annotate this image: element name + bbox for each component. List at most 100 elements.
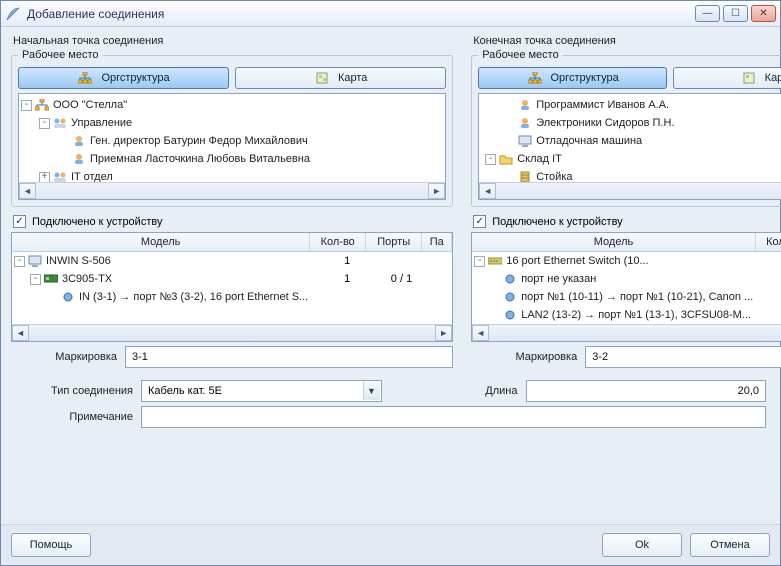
ok-button[interactable]: Ok	[602, 533, 682, 557]
end-workplace-legend: Рабочее место	[478, 49, 563, 61]
end-connected-checkbox[interactable]: ✓	[473, 215, 486, 228]
cancel-button[interactable]: Отмена	[690, 533, 770, 557]
start-connected-label: Подключено к устройству	[32, 216, 162, 228]
scroll-left-icon[interactable]: ◄	[12, 325, 29, 341]
computer-icon	[27, 254, 43, 268]
length-input[interactable]	[526, 380, 767, 402]
tree-node[interactable]: Отладочная машина	[536, 135, 642, 147]
table-row[interactable]: порт не указан	[472, 270, 781, 288]
horizontal-scrollbar[interactable]: ◄►	[479, 182, 781, 199]
expand-icon[interactable]: -	[474, 256, 485, 267]
switch-icon	[487, 254, 503, 268]
end-map-label: Карта	[765, 72, 781, 84]
tree-node[interactable]: Управление	[71, 117, 132, 129]
tree-node[interactable]: Программист Иванов А.А.	[536, 99, 669, 111]
expand-icon[interactable]: -	[39, 118, 50, 129]
start-device-table[interactable]: Модель Кол-во Порты Па -INWIN S-506 1 -3…	[11, 232, 453, 342]
col-model[interactable]: Модель	[12, 233, 310, 251]
end-marking-input[interactable]	[585, 346, 781, 368]
users-icon	[52, 170, 68, 182]
table-row[interactable]: -3C905-TX 1 0 / 1	[12, 270, 452, 288]
user-icon	[517, 116, 533, 130]
start-org-tree[interactable]: -ООО "Стелла" -Управление Ген. директор …	[18, 93, 446, 200]
end-section-label: Конечная точка соединения	[471, 35, 781, 47]
note-input[interactable]	[141, 406, 766, 428]
tree-node[interactable]: IT отдел	[71, 171, 113, 182]
expand-icon[interactable]: -	[485, 154, 496, 165]
tree-node[interactable]: Приемная Ласточкина Любовь Витальевна	[90, 153, 310, 165]
tree-node[interactable]: ООО "Стелла"	[53, 99, 127, 111]
expand-icon[interactable]: +	[39, 172, 50, 183]
expand-icon[interactable]: -	[30, 274, 41, 285]
user-icon	[517, 98, 533, 112]
dialog-content: Начальная точка соединения Рабочее место…	[1, 27, 780, 524]
map-icon	[741, 71, 757, 85]
scroll-left-icon[interactable]: ◄	[472, 325, 489, 341]
scroll-right-icon[interactable]: ►	[435, 325, 452, 341]
nic-icon	[43, 272, 59, 286]
users-icon	[52, 116, 68, 130]
end-org-tree[interactable]: Программист Иванов А.А. Электроники Сидо…	[478, 93, 781, 200]
expand-icon[interactable]: -	[21, 100, 32, 111]
port-icon	[60, 290, 76, 304]
col-qty[interactable]: Кол-во	[310, 233, 366, 251]
end-device-table[interactable]: Модель Кол-во Порты -16 port Ethernet Sw…	[471, 232, 781, 342]
table-row[interactable]: LAN2 (13-2) → порт №1 (13-1), 3CFSU08-M.…	[472, 306, 781, 324]
map-icon	[314, 71, 330, 85]
expand-icon[interactable]: -	[14, 256, 25, 267]
minimize-button[interactable]: —	[695, 5, 720, 22]
titlebar[interactable]: Добавление соединения — ☐ ✕	[1, 1, 780, 27]
tree-node[interactable]: Электроники Сидоров П.Н.	[536, 117, 674, 129]
scroll-right-icon[interactable]: ►	[428, 183, 445, 199]
tree-node[interactable]: Склад IT	[517, 153, 562, 165]
horizontal-scrollbar[interactable]: ◄►	[472, 324, 781, 341]
table-row[interactable]: -16 port Ethernet Switch (10... 1 7 / 16	[472, 252, 781, 270]
end-map-button[interactable]: Карта	[673, 67, 781, 89]
tree-node[interactable]: Ген. директор Батурин Федор Михайлович	[90, 135, 308, 147]
start-connected-checkbox[interactable]: ✓	[13, 215, 26, 228]
chevron-down-icon: ▼	[363, 382, 380, 400]
port-icon	[502, 308, 518, 322]
conn-type-select[interactable]: Кабель кат. 5E ▼	[141, 380, 382, 402]
table-row[interactable]: порт №1 (10-11) → порт №1 (10-21), Canon…	[472, 288, 781, 306]
user-icon	[71, 134, 87, 148]
note-label: Примечание	[15, 411, 133, 423]
conn-type-value: Кабель кат. 5E	[148, 385, 222, 397]
scroll-left-icon[interactable]: ◄	[19, 183, 36, 199]
scroll-left-icon[interactable]: ◄	[479, 183, 496, 199]
start-workplace-legend: Рабочее место	[18, 49, 103, 61]
start-orgstructure-button[interactable]: Оргструктура	[18, 67, 229, 89]
end-connected-label: Подключено к устройству	[492, 216, 622, 228]
port-icon	[502, 272, 518, 286]
start-marking-input[interactable]	[125, 346, 453, 368]
end-orgstructure-label: Оргструктура	[551, 72, 619, 84]
start-orgstructure-label: Оргструктура	[101, 72, 169, 84]
folder-icon	[498, 152, 514, 166]
help-button[interactable]: Помощь	[11, 533, 91, 557]
table-row[interactable]: IN (3-1) → порт №3 (3-2), 16 port Ethern…	[12, 288, 452, 306]
table-header: Модель Кол-во Порты Па	[12, 233, 452, 252]
col-model[interactable]: Модель	[472, 233, 756, 251]
start-map-button[interactable]: Карта	[235, 67, 446, 89]
org-icon	[527, 71, 543, 85]
horizontal-scrollbar[interactable]: ◄►	[12, 324, 452, 341]
port-icon	[502, 290, 518, 304]
col-qty[interactable]: Кол-во	[756, 233, 781, 251]
end-orgstructure-button[interactable]: Оргструктура	[478, 67, 667, 89]
start-marking-label: Маркировка	[11, 351, 117, 363]
length-label: Длина	[400, 385, 518, 397]
col-pa[interactable]: Па	[422, 233, 452, 251]
close-button[interactable]: ✕	[751, 5, 776, 22]
col-ports[interactable]: Порты	[366, 233, 422, 251]
maximize-button[interactable]: ☐	[723, 5, 748, 22]
org-icon	[77, 71, 93, 85]
end-point-column: Конечная точка соединения Рабочее место …	[471, 35, 781, 368]
horizontal-scrollbar[interactable]: ◄►	[19, 182, 445, 199]
conn-type-label: Тип соединения	[15, 385, 133, 397]
start-point-column: Начальная точка соединения Рабочее место…	[11, 35, 453, 368]
app-icon	[5, 6, 21, 22]
start-workplace-group: Рабочее место Оргструктура Карта	[11, 49, 453, 207]
table-row[interactable]: -INWIN S-506 1	[12, 252, 452, 270]
tree-node[interactable]: Стойка	[536, 171, 572, 182]
rack-icon	[517, 170, 533, 182]
